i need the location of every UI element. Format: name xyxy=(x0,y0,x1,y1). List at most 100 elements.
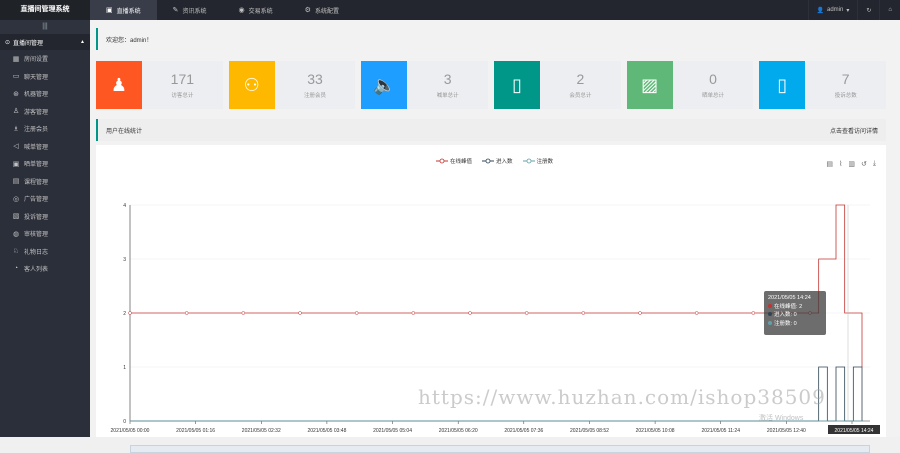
tooltip-row: 在线峰值: 2 xyxy=(768,303,822,312)
sidebar-group[interactable]: ⊙直播间管理▲ xyxy=(0,34,90,50)
chart-tooltip: 2021/05/05 14:24 在线峰值: 2 进入数: 0 注册数: 0 xyxy=(764,291,826,335)
chat-icon: ▭ xyxy=(12,72,20,80)
x-tick-label: 2021/05/05 14:24 xyxy=(835,428,874,434)
sidebar-item[interactable]: ▣晒单管理 xyxy=(0,155,90,173)
dot-icon xyxy=(768,304,772,308)
welcome-bar: 欢迎您：admin！ xyxy=(96,28,886,50)
home-icon: ⌂ xyxy=(888,7,892,13)
online-chart: 在线峰值进入数注册数 ▤ ⌇ ▥ ↺ ⤓ 012342021/05/05 00:… xyxy=(96,145,886,437)
tab-trade-system[interactable]: ◉ 交易系统 xyxy=(223,0,289,20)
tooltip-row: 进入数: 0 xyxy=(768,311,822,320)
data-point xyxy=(355,312,358,315)
home-button[interactable]: ⌂ xyxy=(879,0,900,20)
sidebar-group-label: 直播间管理 xyxy=(13,38,43,47)
dot-icon xyxy=(768,321,772,325)
user-name: admin xyxy=(827,7,843,13)
sidebar-item[interactable]: ♙游客管理 xyxy=(0,103,90,121)
tab-label: 系统配置 xyxy=(315,6,339,15)
x-tick-label: 2021/05/05 10:08 xyxy=(636,428,675,434)
user-icon: ♙ xyxy=(12,107,20,115)
tab-news-system[interactable]: ✎ 资讯系统 xyxy=(157,0,223,20)
sidebar-item-label: 喊单管理 xyxy=(24,142,48,151)
tab-live-system[interactable]: ▣直播系统 xyxy=(90,0,157,20)
data-point xyxy=(185,312,188,315)
data-point xyxy=(695,312,698,315)
sidebar-toggle[interactable]: ||| xyxy=(0,20,90,34)
sidebar-item-label: 聊天管理 xyxy=(24,72,48,81)
data-point xyxy=(299,312,302,315)
dot-icon xyxy=(768,312,772,316)
document-icon: ▯ xyxy=(494,61,540,109)
sidebar-item-label: 晒单管理 xyxy=(24,159,48,168)
stat-card[interactable]: ⚇33注册会员 xyxy=(229,61,356,109)
speaker-icon: 🔈 xyxy=(361,61,407,109)
data-zoom-slider[interactable] xyxy=(130,445,870,453)
x-tick-label: 2021/05/05 12:40 xyxy=(767,428,806,434)
stat-card[interactable]: ▨ 0 晒单总计 xyxy=(627,61,754,109)
edit-icon: ✎ xyxy=(173,6,179,14)
stat-card[interactable]: ♟171访客总计 xyxy=(96,61,223,109)
view-detail-link[interactable]: 点击查看访问详情 xyxy=(830,126,878,135)
user-menu[interactable]: 👤admin▾ xyxy=(808,0,858,20)
stat-cards: ♟171访客总计⚇33注册会员🔈3喊单总计▯2会员总计▨0晒单总计▯7投诉总数 xyxy=(96,61,886,109)
stat-value: 3 xyxy=(444,71,452,87)
sidebar-item[interactable]: ▤课程管理 xyxy=(0,173,90,191)
y-tick-label: 3 xyxy=(123,257,126,263)
sidebar-item[interactable]: ▦房间设置 xyxy=(0,50,90,68)
sidebar-item[interactable]: ◎广告管理 xyxy=(0,190,90,208)
gear-icon: ⚙ xyxy=(305,6,311,14)
top-bar: 直播间管理系统 ▣直播系统 ✎资讯系统 ◉交易系统 ⚙系统配置 👤admin▾ … xyxy=(0,0,900,20)
caret-down-icon: ▾ xyxy=(846,7,849,14)
stat-value: 171 xyxy=(171,71,194,87)
x-tick-label: 2021/05/05 01:16 xyxy=(176,428,215,434)
guest-icon: ◔ xyxy=(12,265,20,272)
tablet-icon: ▯ xyxy=(759,61,805,109)
sidebar-item-label: 房间设置 xyxy=(24,54,48,63)
image-icon: ▨ xyxy=(627,61,673,109)
sidebar-item[interactable]: ▧投诉管理 xyxy=(0,208,90,226)
megaphone-icon: ◁ xyxy=(12,142,20,150)
tab-system-config[interactable]: ⚙ 系统配置 xyxy=(289,0,355,20)
sidebar-item[interactable]: ◍ 审核管理 xyxy=(0,225,90,243)
stat-value: 2 xyxy=(576,71,584,87)
x-tick-label: 2021/05/05 07:36 xyxy=(504,428,543,434)
folder-icon: ▣ xyxy=(106,6,113,14)
sidebar-item-label: 课程管理 xyxy=(24,177,48,186)
sidebar-item[interactable]: ◁ 喊单管理 xyxy=(0,138,90,156)
stat-value: 0 xyxy=(709,71,717,87)
top-right: 👤admin▾ ↻ ⌂ xyxy=(808,0,900,20)
circle-icon: ◉ xyxy=(239,6,245,14)
stat-value: 7 xyxy=(842,71,850,87)
activate-windows: 激活 Windows xyxy=(759,413,803,423)
complaint-icon: ▧ xyxy=(12,212,20,220)
stat-card[interactable]: ▯2会员总计 xyxy=(494,61,621,109)
tab-label: 交易系统 xyxy=(249,6,273,15)
sidebar-item[interactable]: ◔客人列表 xyxy=(0,260,90,278)
stat-card[interactable]: 🔈3喊单总计 xyxy=(361,61,488,109)
y-tick-label: 1 xyxy=(123,365,126,371)
tooltip-row: 注册数: 0 xyxy=(768,320,822,329)
sidebar-item[interactable]: ♘礼物日志 xyxy=(0,243,90,261)
tab-label: 资讯系统 xyxy=(183,6,207,15)
x-tick-label: 2021/05/05 00:00 xyxy=(111,428,150,434)
stat-label: 晒单总计 xyxy=(702,91,724,99)
watermark: https://www.huzhan.com/ishop38509 xyxy=(418,385,826,409)
sidebar-item-label: 审核管理 xyxy=(24,229,48,238)
sidebar-item[interactable]: ▭ 聊天管理 xyxy=(0,68,90,86)
refresh-icon: ↻ xyxy=(866,7,871,14)
settings-icon: ⊙ xyxy=(5,39,10,46)
x-tick-label: 2021/05/05 06:20 xyxy=(439,428,478,434)
sidebar-item[interactable]: ⊛ 机器管理 xyxy=(0,85,90,103)
refresh-button[interactable]: ↻ xyxy=(857,0,879,20)
sidebar-item[interactable]: ♗注册会员 xyxy=(0,120,90,138)
data-point xyxy=(242,312,245,315)
audit-icon: ◍ xyxy=(12,230,20,238)
stat-card[interactable]: ▯ 7 投诉总数 xyxy=(759,61,886,109)
stat-label: 投诉总数 xyxy=(835,91,857,99)
sidebar-item-label: 礼物日志 xyxy=(24,247,48,256)
stat-value: 33 xyxy=(307,71,323,87)
data-point xyxy=(752,312,755,315)
y-tick-label: 2 xyxy=(123,311,126,317)
sidebar-item-label: 机器管理 xyxy=(24,89,48,98)
robot-icon: ⊛ xyxy=(12,90,20,98)
